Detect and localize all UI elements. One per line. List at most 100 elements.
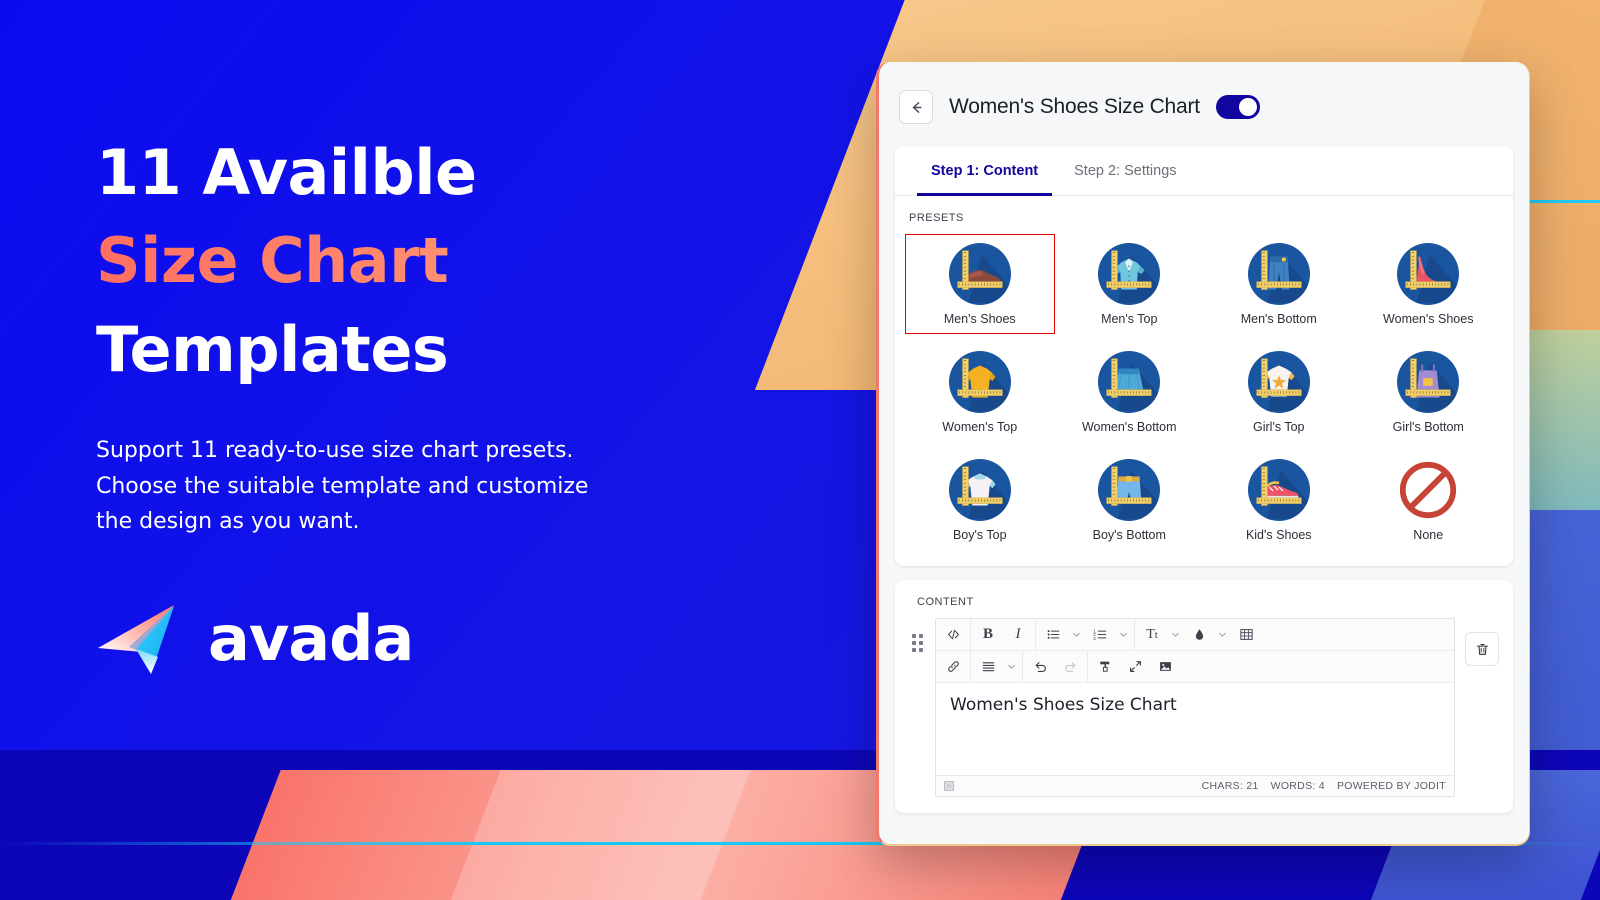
headline-line-1: 11 Availble (96, 136, 477, 209)
preset-label: Boy's Top (952, 528, 1007, 542)
page-title: Women's Shoes Size Chart (949, 95, 1200, 118)
preset-men-s-shoes[interactable]: Men's Shoes (905, 234, 1055, 334)
none-prohibited-icon (1397, 459, 1459, 521)
preset-boy-s-top[interactable]: Boy's Top (905, 450, 1055, 550)
womens-bottom-icon (1098, 351, 1161, 413)
mens-top-icon (1098, 243, 1161, 305)
enable-toggle[interactable] (1215, 95, 1260, 119)
preset-women-s-top[interactable]: Women's Top (905, 342, 1055, 442)
unordered-list-icon[interactable] (1038, 619, 1068, 650)
promo-headline: 11 Availble Size Chart Templates (96, 136, 796, 386)
image-icon[interactable] (1150, 651, 1180, 682)
preset-men-s-top[interactable]: Men's Top (1055, 234, 1205, 334)
drag-dot (918, 634, 923, 638)
unordered-list-caret-icon[interactable] (1068, 619, 1085, 650)
drag-dot (911, 634, 916, 638)
resize-grip-icon[interactable] (944, 781, 954, 791)
drag-handle[interactable] (909, 618, 925, 652)
preset-none[interactable]: None (1354, 450, 1504, 550)
preset-label: Men's Bottom (1240, 312, 1317, 326)
headline-line-2: Size Chart (96, 227, 796, 294)
trash-icon (1476, 643, 1488, 655)
boys-top-icon (948, 459, 1011, 521)
preset-girl-s-top[interactable]: Girl's Top (1204, 342, 1354, 442)
content-editor-row: B I 123 T t Women's Shoes Size Chart CHA… (895, 618, 1513, 813)
preset-men-s-bottom[interactable]: Men's Bottom (1204, 234, 1354, 334)
text-color-icon[interactable] (1184, 619, 1214, 650)
step-tabs: Step 1: Content Step 2: Settings (895, 146, 1513, 196)
preset-women-s-bottom[interactable]: Women's Bottom (1055, 342, 1205, 442)
preset-women-s-shoes[interactable]: Women's Shoes (1354, 234, 1504, 334)
preset-label: Women's Bottom (1081, 420, 1177, 434)
link-icon[interactable] (938, 651, 968, 682)
presets-grid: Men's Shoes Men's Top Men's Bottom Women's … (895, 234, 1513, 566)
editor-toolbar-row-2 (936, 651, 1454, 683)
arrow-left-icon (912, 101, 921, 113)
preset-label: Men's Top (1101, 312, 1158, 326)
bold-icon[interactable]: B (973, 619, 1003, 650)
content-card: CONTENT B I 1 2 3 T t Women's Shoes Size… (895, 580, 1513, 813)
preset-label: Women's Top (942, 420, 1018, 434)
toolbar-group-format: Tt (1135, 619, 1263, 650)
avada-logo: avada (96, 602, 796, 676)
preset-label: Girl's Bottom (1392, 420, 1464, 434)
toolbar-group-link (936, 651, 971, 682)
tab-step-2-settings[interactable]: Step 2: Settings (1060, 146, 1190, 196)
align-icon[interactable] (973, 651, 1003, 682)
content-section-label: CONTENT (917, 596, 974, 608)
headline-line-3: Templates (96, 312, 449, 386)
chars-count: CHARS: 21 (1201, 780, 1259, 792)
toggle-knob (1238, 98, 1257, 116)
eraser-icon[interactable] (1090, 651, 1120, 682)
preset-label: Boy's Bottom (1092, 528, 1166, 542)
drag-dot (918, 648, 923, 652)
preset-label: Kid's Shoes (1245, 528, 1312, 542)
toolbar-group-style: B I (971, 619, 1036, 650)
womens-shoes-icon (1397, 243, 1460, 305)
app-panel: Women's Shoes Size Chart Step 1: Content… (876, 62, 1530, 846)
source-code-icon[interactable] (938, 619, 968, 650)
editor-content-area[interactable]: Women's Shoes Size Chart (936, 683, 1454, 775)
girls-top-icon (1247, 351, 1310, 413)
promo-body-line-3: the design as you want. (96, 509, 360, 535)
drag-dot (911, 648, 916, 652)
align-caret-icon[interactable] (1003, 651, 1020, 682)
mens-shoes-icon (948, 243, 1011, 305)
editor-status-bar: CHARS: 21 WORDS: 4 POWERED BY JODIT (936, 775, 1454, 796)
table-icon[interactable] (1231, 619, 1261, 650)
powered-by-label: POWERED BY JODIT (1336, 780, 1446, 792)
fullsize-icon[interactable] (1120, 651, 1150, 682)
promo-column: 11 Availble Size Chart Templates Support… (96, 136, 796, 676)
delete-block-button[interactable] (1465, 632, 1499, 666)
toolbar-group-history (1023, 651, 1088, 682)
editor-toolbar-row-1: B I 123 T t (936, 619, 1454, 651)
preset-girl-s-bottom[interactable]: Girl's Bottom (1354, 342, 1504, 442)
presets-card: Step 1: Content Step 2: Settings PRESETS… (895, 146, 1513, 566)
preset-label: None (1413, 528, 1444, 542)
rich-text-editor: B I 123 T t Women's Shoes Size Chart CHA… (935, 618, 1455, 797)
text-color-caret-icon[interactable] (1214, 619, 1231, 650)
font-size-icon[interactable]: Tt (1137, 619, 1167, 650)
drag-dot (918, 641, 923, 645)
preset-label: Men's Shoes (943, 312, 1016, 326)
undo-icon[interactable] (1025, 651, 1055, 682)
boys-bottom-icon (1098, 459, 1161, 521)
preset-boy-s-bottom[interactable]: Boy's Bottom (1055, 450, 1205, 550)
italic-icon[interactable]: I (1003, 619, 1033, 650)
toolbar-group-source (936, 619, 971, 650)
tab-step-1-content[interactable]: Step 1: Content (917, 146, 1053, 196)
ordered-list-icon[interactable]: 123 (1085, 619, 1115, 650)
toolbar-group-lists: 123 (1036, 619, 1135, 650)
toolbar-group-tools (1088, 651, 1182, 682)
toolbar-group-align (971, 651, 1023, 682)
preset-kid-s-shoes[interactable]: Kid's Shoes (1204, 450, 1354, 550)
redo-icon[interactable] (1055, 651, 1085, 682)
womens-top-icon (948, 351, 1011, 413)
ordered-list-caret-icon[interactable] (1115, 619, 1132, 650)
promo-body: Support 11 ready-to-use size chart prese… (96, 433, 796, 540)
words-count: WORDS: 4 (1270, 780, 1325, 792)
font-size-caret-icon[interactable] (1167, 619, 1184, 650)
back-button[interactable] (899, 90, 933, 124)
screenshot-stage: 11 Availble Size Chart Templates Support… (0, 0, 1600, 900)
preset-label: Women's Shoes (1383, 312, 1474, 326)
